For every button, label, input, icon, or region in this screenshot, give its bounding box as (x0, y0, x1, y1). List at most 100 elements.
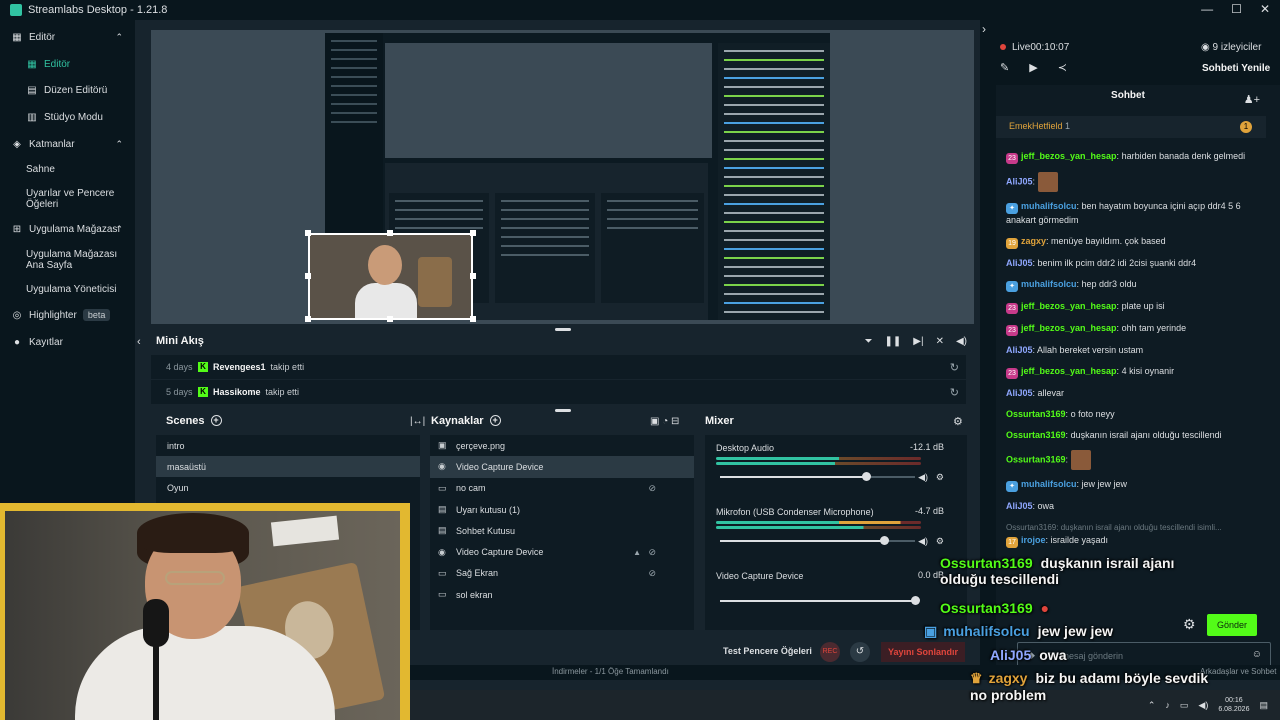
mixer-settings-icon[interactable]: ⚙ (953, 415, 963, 428)
scene-item[interactable]: masaüstü (156, 456, 420, 477)
sidebar-item-label: Highlighter (29, 309, 77, 321)
stream-preview[interactable] (151, 30, 974, 324)
sidebar-item-studio-mode[interactable]: ▥ Stüdyo Modu (0, 104, 135, 131)
volume-knob[interactable] (911, 596, 920, 605)
selected-webcam-source[interactable] (308, 233, 473, 320)
chat-username[interactable]: Ossurtan3169 (1006, 430, 1066, 440)
chat-username[interactable]: AliJ05 (1006, 388, 1033, 398)
chat-users-icon[interactable]: ♟+ (1244, 93, 1260, 106)
speaker-icon[interactable]: ◀) (918, 472, 928, 483)
reply-preview: Ossurtan3169: duşkanın israil ajanı oldu… (1006, 523, 1222, 532)
replay-buffer-icon[interactable]: ↺ (850, 642, 870, 662)
edit-stream-icon[interactable]: ✎ (1000, 61, 1009, 74)
chat-username[interactable]: AliJ05 (1006, 345, 1033, 355)
sidebar-group-layers[interactable]: ◈ Katmanlar ⌃ (0, 131, 135, 158)
hidden-eye-icon[interactable]: ⊘ (648, 483, 656, 494)
chat-username[interactable]: AliJ05 (1006, 501, 1033, 511)
volume-knob[interactable] (879, 536, 889, 545)
chat-username[interactable]: jeff_bezos_yan_hesap (1021, 151, 1117, 161)
notification-icon[interactable]: ▤ (1259, 700, 1268, 711)
chat-username[interactable]: muhalifsolcu (1021, 479, 1077, 489)
event-user: Hassikome (213, 387, 261, 397)
volume-slider[interactable] (720, 472, 915, 481)
chat-username[interactable]: jeff_bezos_yan_hesap (1021, 301, 1117, 311)
test-widgets-button[interactable]: Test Pencere Öğeleri (723, 646, 812, 656)
scene-item[interactable]: Oyun (156, 477, 420, 498)
chat-username[interactable]: Ossurtan3169 (1006, 409, 1066, 419)
downloads-status[interactable]: İndirmeler - 1/1 Öğe Tamamlandı (552, 667, 669, 676)
scene-transitions-icon[interactable]: |↔| (410, 416, 425, 427)
sidebar-group-app-store[interactable]: ⊞ Uygulama Mağazası ⌃ (0, 216, 135, 243)
sidebar-item-label: Editör (44, 58, 71, 70)
volume-slider[interactable] (720, 596, 920, 605)
sidebar-item-editor[interactable]: ▦ Editör (0, 51, 135, 78)
share-icon[interactable]: ≺ (1058, 61, 1067, 74)
source-tools-icon[interactable]: ▣ ◔ ⊟ (650, 416, 679, 427)
chat-message: AliJ05: owa (1006, 501, 1055, 511)
webcam-icon: ◉ (438, 546, 446, 557)
chat-username[interactable]: muhalifsolcu (1021, 279, 1077, 289)
add-scene-icon[interactable]: + (210, 415, 222, 426)
resize-handle[interactable] (387, 230, 393, 236)
chat-username[interactable]: muhalifsolcu (1021, 201, 1077, 211)
volume-icon[interactable]: ◀) (956, 336, 967, 347)
volume-knob[interactable] (862, 472, 872, 481)
source-item[interactable]: ▭ no cam ⊘ (430, 478, 694, 499)
resize-handle[interactable] (305, 316, 311, 322)
replay-alert-icon[interactable]: ↻ (950, 361, 959, 374)
source-item[interactable]: ▤ Sohbet Kutusu (430, 520, 694, 541)
sidebar-item-alerts[interactable]: Uyarılar ve Pencere Öğeleri (0, 182, 135, 216)
chat-username[interactable]: Ossurtan3169 (1006, 454, 1066, 464)
emoji-icon[interactable]: ☺ (1252, 649, 1262, 660)
add-source-icon[interactable]: + (489, 415, 501, 426)
resize-handle[interactable] (387, 316, 393, 322)
resize-handle[interactable] (470, 230, 476, 236)
resize-handle[interactable] (305, 273, 311, 279)
source-label: no cam (456, 483, 486, 494)
sidebar-item-recordings[interactable]: ● Kayıtlar (0, 329, 135, 356)
channel-settings-icon[interactable]: ⚙ (936, 472, 944, 483)
record-button[interactable]: REC (820, 642, 840, 662)
chat-username[interactable]: jeff_bezos_yan_hesap (1021, 366, 1117, 376)
minimize-icon[interactable]: — (1201, 2, 1213, 16)
source-item[interactable]: ◉ Video Capture Device (430, 456, 694, 478)
chat-username[interactable]: zagxy (1021, 236, 1046, 246)
subscriber-badge: 19 (1006, 238, 1018, 249)
sidebar-group-editor[interactable]: ▦ Editör ⌃ (0, 24, 135, 51)
skip-icon[interactable]: ▶| (913, 336, 923, 347)
refresh-chat-button[interactable]: Sohbeti Yenile (1202, 63, 1270, 74)
chat-username[interactable]: jeff_bezos_yan_hesap (1021, 323, 1117, 333)
source-item[interactable]: ◉ Video Capture Device ▲ ⊘ (430, 541, 694, 562)
maximize-icon[interactable]: ☐ (1231, 2, 1242, 16)
resize-handle[interactable] (470, 273, 476, 279)
resize-handle[interactable] (305, 230, 311, 236)
volume-slider[interactable] (720, 536, 915, 545)
clip-icon[interactable]: ▶ (1029, 61, 1037, 74)
sidebar-item-scene[interactable]: Sahne (0, 157, 135, 182)
sidebar-item-highlighter[interactable]: ◎ Highlighter beta (0, 302, 135, 329)
mute-alerts-icon[interactable]: ✕ (936, 336, 944, 347)
replay-alert-icon[interactable]: ↻ (950, 386, 959, 399)
sidebar-item-layout-editor[interactable]: ▤ Düzen Editörü (0, 77, 135, 104)
chat-username[interactable]: irojoe (1021, 535, 1046, 545)
source-item[interactable]: ▭ sol ekran (430, 584, 694, 605)
kick-badge-icon: ✦ (1006, 203, 1018, 214)
sidebar-item-app-manager[interactable]: Uygulama Yöneticisi (0, 277, 135, 302)
hidden-eye-icon[interactable]: ⊘ (648, 547, 656, 558)
chat-message: AliJ05: (1006, 172, 1261, 192)
source-item[interactable]: ▤ Uyarı kutusu (1) (430, 499, 694, 520)
speaker-icon[interactable]: ◀) (918, 536, 928, 547)
channel-settings-icon[interactable]: ⚙ (936, 536, 944, 547)
close-icon[interactable]: ✕ (1260, 2, 1270, 16)
hidden-eye-icon[interactable]: ⊘ (648, 568, 656, 579)
scene-item[interactable]: intro (156, 435, 420, 456)
chat-username[interactable]: AliJ05 (1006, 176, 1033, 186)
chat-username[interactable]: AliJ05 (1006, 258, 1033, 268)
lock-icon[interactable]: ▲ (633, 548, 641, 557)
filter-icon[interactable]: ⏷ (865, 336, 873, 347)
resize-handle[interactable] (470, 316, 476, 322)
sidebar-item-app-store-home[interactable]: Uygulama Mağazası Ana Sayfa (0, 243, 135, 277)
pause-icon[interactable]: ❚❚ (885, 336, 902, 347)
source-item[interactable]: ▭ Sağ Ekran ⊘ (430, 563, 694, 584)
source-item[interactable]: ▣ çerçeve.png (430, 435, 694, 456)
